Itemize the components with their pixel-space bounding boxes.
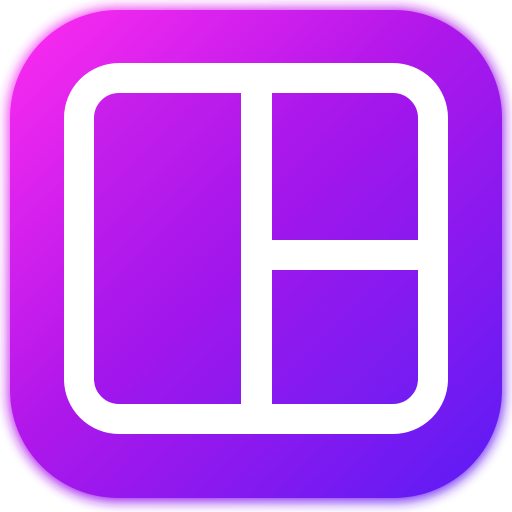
icon-stage: [0, 0, 512, 512]
horizontal-divider: [257, 240, 433, 270]
collage-layout-icon: [8, 8, 504, 502]
